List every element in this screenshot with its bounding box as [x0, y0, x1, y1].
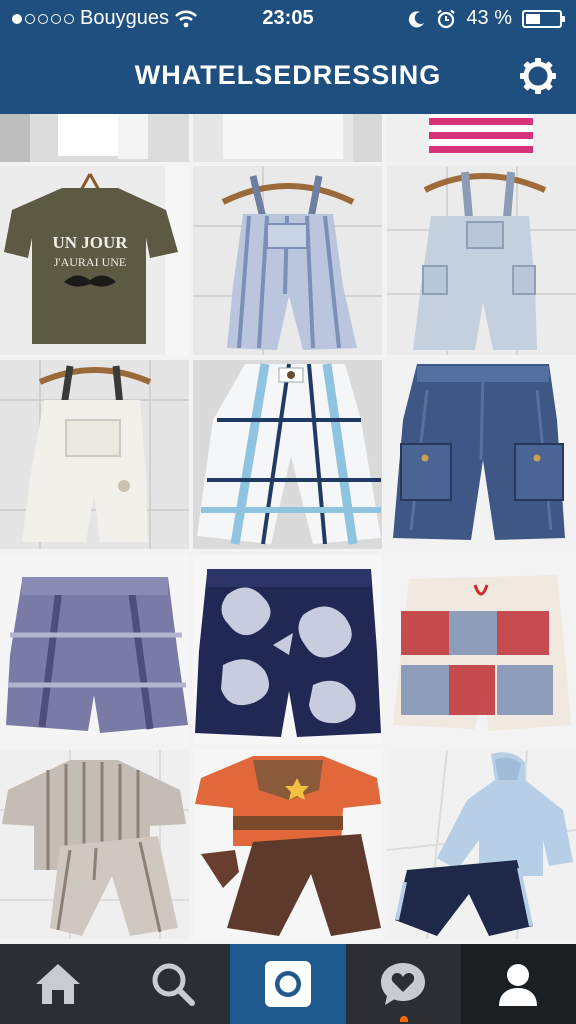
- bottom-tab-bar: [0, 944, 576, 1024]
- photo-grid: UN JOUR J'AURAI UNE: [0, 114, 576, 944]
- battery-icon: [522, 9, 565, 28]
- photo-thumbnail[interactable]: [193, 555, 382, 744]
- settings-button[interactable]: [518, 56, 558, 96]
- tab-explore[interactable]: [115, 944, 230, 1024]
- photo-thumbnail[interactable]: [193, 750, 382, 939]
- camera-icon: [264, 961, 311, 1007]
- photo-thumbnail[interactable]: [193, 360, 382, 549]
- activity-notification-badge: [399, 1016, 408, 1022]
- photo-thumbnail[interactable]: [387, 166, 576, 355]
- app-header: Bouygues 23:05 43 % WHATELSEDRESSING: [0, 0, 576, 114]
- tab-profile[interactable]: [460, 944, 576, 1024]
- tshirt-print-line1: UN JOUR: [52, 233, 128, 252]
- photo-thumbnail[interactable]: [0, 555, 189, 744]
- photo-thumbnail[interactable]: [193, 114, 382, 162]
- photo-thumbnail[interactable]: [387, 114, 576, 162]
- tab-activity[interactable]: [346, 944, 461, 1024]
- battery-fill: [526, 13, 540, 24]
- status-right: 43 %: [408, 7, 565, 30]
- search-icon: [152, 963, 195, 1006]
- photo-thumbnail[interactable]: [387, 555, 576, 744]
- photo-thumbnail[interactable]: [0, 114, 189, 162]
- photo-thumbnail[interactable]: [0, 750, 189, 939]
- profile-icon: [499, 964, 538, 1006]
- activity-heart-icon: [381, 963, 426, 1005]
- photo-thumbnail[interactable]: [387, 360, 576, 549]
- tab-camera[interactable]: [230, 944, 346, 1024]
- photo-thumbnail[interactable]: UN JOUR J'AURAI UNE: [0, 166, 189, 355]
- home-icon: [35, 964, 80, 1004]
- photo-thumbnail[interactable]: [193, 166, 382, 355]
- page-title: WHATELSEDRESSING: [134, 60, 442, 90]
- alarm-icon: [437, 9, 456, 28]
- status-bar: Bouygues 23:05 43 %: [0, 0, 576, 38]
- tshirt-print-line2: J'AURAI UNE: [54, 255, 127, 269]
- photo-thumbnail[interactable]: [0, 360, 189, 549]
- moon-icon: [409, 10, 425, 27]
- photo-thumbnail[interactable]: [387, 750, 576, 939]
- battery-percent: 43 %: [466, 7, 512, 29]
- tab-home[interactable]: [0, 944, 115, 1024]
- gear-icon: [520, 58, 556, 94]
